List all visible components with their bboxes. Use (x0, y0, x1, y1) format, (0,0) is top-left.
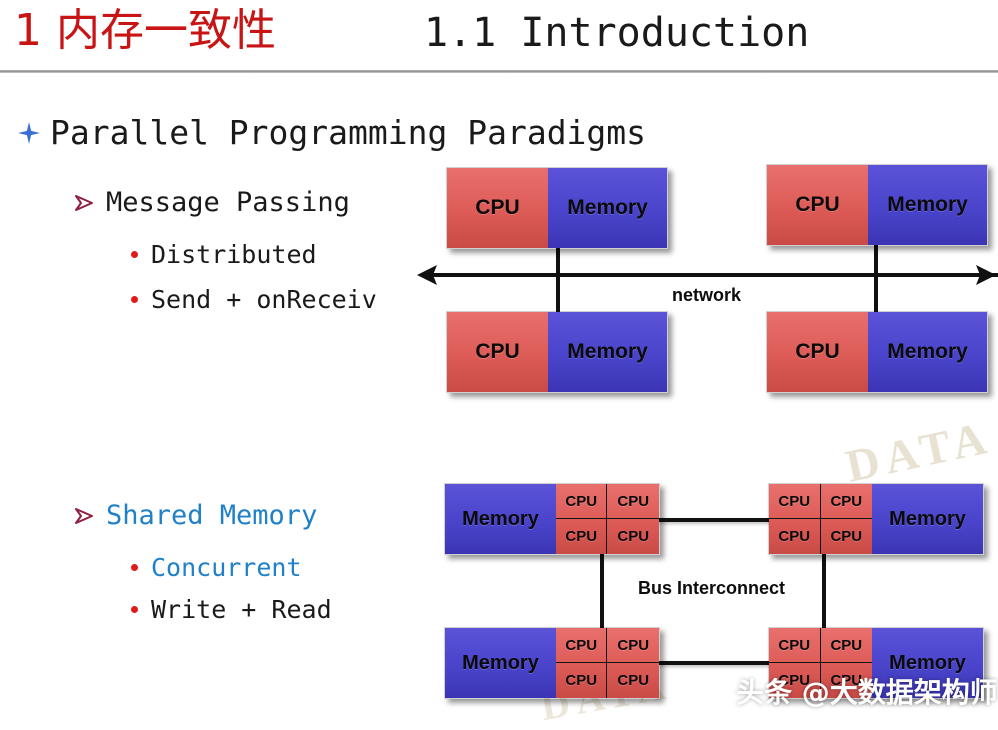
bullet-level3-write-read: Write + Read (128, 593, 332, 626)
red-dot-icon (128, 604, 140, 616)
bullet-level3-label: Send + onReceiv (151, 285, 377, 314)
slide-header: 1 内存一致性 1.1 Introduction (0, 0, 998, 73)
bullet-level1-label: Parallel Programming Paradigms (50, 113, 647, 152)
arrow-bullet-icon (72, 504, 96, 528)
bullet-level2-label: Message Passing (106, 187, 350, 218)
slide-canvas: DATA DATA 1 内存一致性 1.1 Introduction Paral… (0, 0, 998, 730)
cpu-cell: CPU (447, 312, 549, 392)
network-arrow-right-icon (976, 265, 996, 285)
sm-node-bottom-left: Memory CPU CPU CPU CPU (444, 627, 660, 699)
cpu-cell: CPU (556, 663, 608, 698)
bullet-level2-shared-memory: Shared Memory (72, 498, 317, 534)
bus-interconnect-label: Bus Interconnect (638, 578, 786, 598)
bus-link-right-vertical (822, 554, 826, 632)
bullet-level3-send-onreceiv: Send + onReceiv (128, 283, 377, 316)
red-dot-icon (128, 562, 140, 574)
memory-cell: Memory (548, 312, 667, 392)
arrow-bullet-icon (72, 191, 96, 215)
cpu-cell: CPU (769, 628, 821, 663)
cpu-cell: CPU (767, 312, 869, 392)
cpu-cell: CPU (769, 484, 821, 519)
network-label: network (672, 285, 742, 305)
node-link-top-left (556, 243, 560, 315)
cpu-cell: CPU (617, 672, 650, 689)
bullet-level3-label: Write + Read (151, 595, 332, 624)
memory-cell: Memory (872, 484, 983, 554)
section-title: 1.1 Introduction (424, 10, 810, 56)
bullet-level3-distributed: Distributed (128, 238, 317, 271)
mp-node-bottom-right: CPU Memory (766, 311, 988, 393)
cpu-quad-grid: CPU CPU CPU CPU (769, 484, 873, 554)
sm-node-top-left: Memory CPU CPU CPU CPU (444, 483, 660, 555)
sm-node-top-right: CPU CPU CPU CPU Memory (768, 483, 984, 555)
header-divider (0, 70, 998, 73)
memory-cell: Memory (868, 165, 987, 245)
cpu-cell: CPU (555, 628, 608, 663)
chapter-title: 1 内存一致性 (14, 5, 276, 56)
bus-link-left-vertical (600, 554, 604, 632)
cpu-quad-grid: CPU CPU CPU CPU (555, 484, 659, 554)
cpu-cell: CPU (556, 519, 608, 554)
cpu-quad-grid: CPU CPU CPU CPU (555, 628, 659, 698)
red-dot-icon (128, 249, 140, 261)
cpu-cell: CPU (767, 165, 869, 245)
network-bus-line (430, 273, 998, 277)
cpu-cell: CPU (447, 168, 549, 248)
memory-cell: Memory (548, 168, 667, 248)
bus-link-top (659, 518, 775, 522)
memory-cell: Memory (868, 312, 987, 392)
cpu-cell: CPU (820, 628, 873, 663)
bus-link-bottom (659, 661, 775, 665)
mp-node-top-right: CPU Memory (766, 164, 988, 246)
cpu-cell: CPU (607, 628, 659, 663)
bullet-level3-concurrent: Concurrent (128, 551, 302, 584)
cpu-cell: CPU (617, 528, 650, 545)
cpu-cell: CPU (769, 519, 821, 554)
memory-cell: Memory (445, 628, 556, 698)
bullet-level2-message-passing: Message Passing (72, 185, 350, 221)
bullet-level3-label: Concurrent (151, 553, 302, 582)
network-arrow-left-icon (417, 265, 437, 285)
background-watermark-1: DATA (841, 411, 997, 492)
cpu-cell: CPU (607, 484, 659, 519)
cpu-cell: CPU (820, 484, 873, 519)
bullet-level2-label: Shared Memory (106, 500, 318, 531)
node-link-top-right (874, 243, 878, 315)
bullet-level1-parallel-programming-paradigms: Parallel Programming Paradigms (16, 112, 646, 154)
cpu-cell: CPU (555, 484, 608, 519)
mp-node-bottom-left: CPU Memory (446, 311, 668, 393)
channel-watermark: 头条 @大数据架构师 (736, 676, 998, 709)
bullet-level3-label: Distributed (151, 240, 317, 269)
mp-node-top-left: CPU Memory (446, 167, 668, 249)
memory-cell: Memory (445, 484, 556, 554)
four-point-star-icon (16, 120, 42, 146)
cpu-cell: CPU (830, 528, 863, 545)
red-dot-icon (128, 294, 140, 306)
